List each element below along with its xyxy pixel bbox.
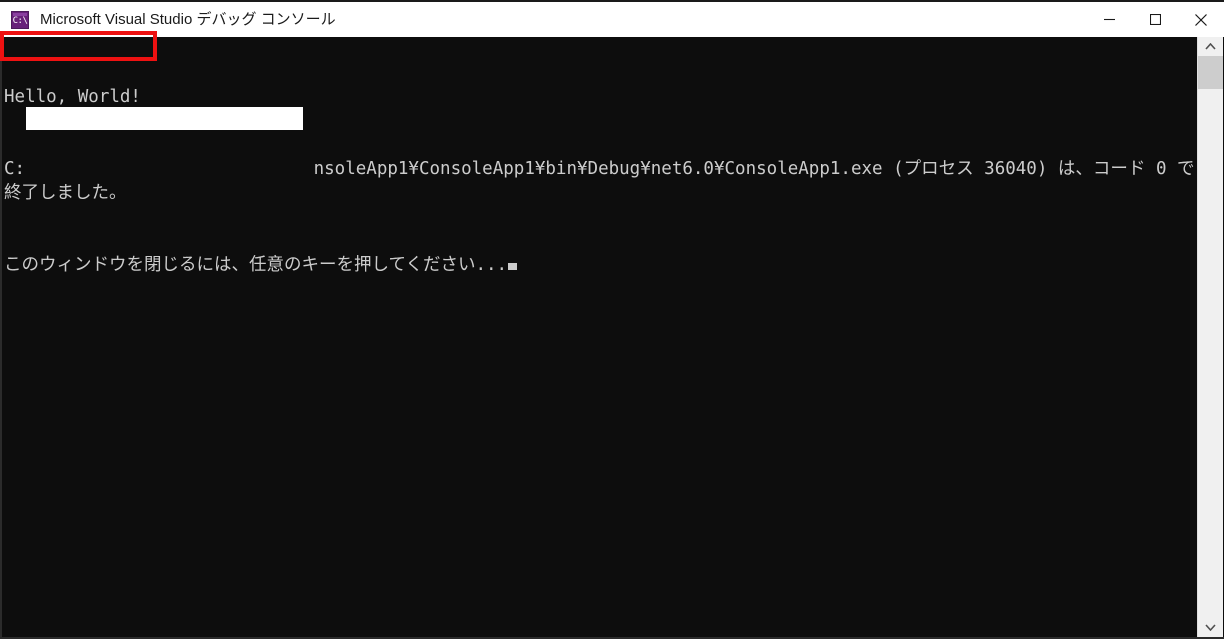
maximize-icon <box>1149 14 1161 25</box>
scrollbar-down-button[interactable] <box>1198 618 1223 637</box>
console-line-hello: Hello, World! <box>4 87 141 107</box>
scrollbar-thumb[interactable] <box>1198 56 1223 89</box>
console-text-block: Hello, World! C: nsoleApp1¥ConsoleApp1¥b… <box>4 37 1196 325</box>
icon-prompt-glyph: C:\ <box>12 16 28 26</box>
redaction-overlay <box>26 107 303 130</box>
console-cursor <box>508 263 518 270</box>
console-line-exit-prefix: C: <box>4 159 36 179</box>
scrollbar-track[interactable] <box>1198 56 1223 618</box>
console-line-exit-suffix: nsoleApp1¥ConsoleApp1¥bin¥Debug¥net6.0¥C… <box>4 159 1195 203</box>
icon-title-strip <box>13 13 27 16</box>
window-controls <box>1086 2 1224 37</box>
console-output-area[interactable]: Hello, World! C: nsoleApp1¥ConsoleApp1¥b… <box>0 37 1224 639</box>
console-line-prompt: このウィンドウを閉じるには、任意のキーを押してください... <box>4 253 1196 277</box>
close-icon <box>1195 13 1207 26</box>
console-line-exit: C: nsoleApp1¥ConsoleApp1¥bin¥Debug¥net6.… <box>4 157 1196 205</box>
chevron-down-icon <box>1205 624 1216 631</box>
vertical-scrollbar[interactable] <box>1197 37 1223 637</box>
maximize-button[interactable] <box>1132 2 1178 37</box>
minimize-icon <box>1103 18 1115 21</box>
title-bar[interactable]: C:\ Microsoft Visual Studio デバッグ コンソール <box>0 0 1224 37</box>
chevron-up-icon <box>1205 43 1216 50</box>
window-title: Microsoft Visual Studio デバッグ コンソール <box>40 11 336 28</box>
minimize-button[interactable] <box>1086 2 1132 37</box>
console-line-prompt-text: このウィンドウを閉じるには、任意のキーを押してください... <box>4 255 508 275</box>
console-window: C:\ Microsoft Visual Studio デバッグ コンソール H… <box>0 0 1224 639</box>
console-app-icon: C:\ <box>11 11 29 29</box>
close-button[interactable] <box>1178 2 1224 37</box>
scrollbar-up-button[interactable] <box>1198 37 1223 56</box>
